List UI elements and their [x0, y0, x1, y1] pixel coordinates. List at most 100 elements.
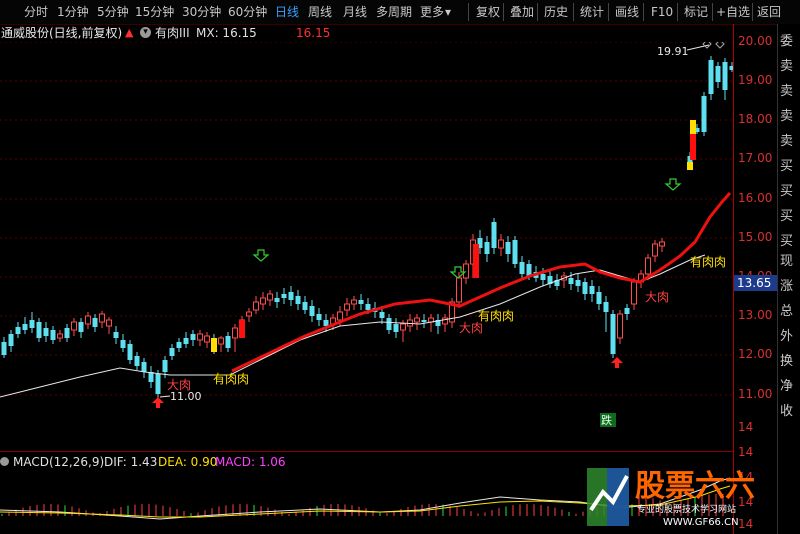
candle-body: [260, 297, 266, 305]
candle-body: [575, 280, 581, 286]
toolbar-divider: [573, 3, 574, 21]
toolbar-divider: [712, 3, 713, 21]
site-watermark-logo: 股票六六 专业的股票技术学习网站 WWW.GF66.CN: [587, 468, 755, 528]
sell-arrow-icon: [252, 178, 682, 279]
chevron-down-icon[interactable]: ▾: [140, 27, 151, 38]
candle-body: [512, 240, 518, 264]
da-rou-label-2: 大肉: [459, 321, 483, 335]
candle-body: [15, 327, 21, 334]
candle-body: [323, 320, 329, 326]
candle-body: [386, 318, 392, 330]
indicator-name[interactable]: 有肉III: [155, 24, 190, 42]
da-rou-label-1: 大肉: [167, 378, 191, 392]
candle-body: [316, 314, 322, 320]
low-pointer: [159, 395, 171, 398]
stock-title: 通威股份(日线,前复权): [1, 26, 123, 40]
candle-body: [50, 330, 56, 340]
candle-body: [29, 320, 35, 328]
add-watchlist-button[interactable]: +自选: [716, 4, 750, 21]
candle-body: [36, 322, 42, 338]
candle-body: [120, 340, 126, 348]
candle-body: [659, 241, 665, 247]
candle-body: [8, 334, 14, 346]
candle-body: [491, 222, 497, 248]
fuquan-button[interactable]: 复权: [476, 4, 500, 21]
draw-line-button[interactable]: 画线: [615, 4, 639, 21]
toolbar-divider: [643, 3, 644, 21]
candle-body: [526, 264, 532, 276]
ma-line: [0, 254, 706, 398]
candle-body: [57, 333, 63, 339]
chevron-down-icon[interactable]: ▾: [445, 4, 451, 21]
candle-body: [71, 321, 77, 331]
candle-body: [64, 328, 70, 338]
tab-weekly[interactable]: 周线: [308, 4, 332, 21]
side-label: 卖: [780, 59, 794, 74]
back-button[interactable]: 返回: [757, 4, 781, 21]
tab-multi-period[interactable]: 多周期: [376, 4, 412, 21]
candle-body: [253, 301, 259, 311]
candle-body: [134, 356, 140, 366]
price-tick: 13.00: [738, 308, 773, 322]
candle-body: [281, 294, 287, 298]
side-label: 委: [780, 34, 794, 49]
candle-body: [246, 311, 252, 317]
candle-body: [715, 66, 721, 82]
toolbar-divider: [752, 3, 753, 21]
mark-button[interactable]: 标记: [684, 4, 708, 21]
watermark-subtitle: 专业的股票技术学习网站: [637, 503, 736, 515]
side-label: 现: [780, 254, 794, 269]
side-label: 买: [780, 234, 794, 249]
f10-button[interactable]: F10: [651, 4, 673, 21]
candle-body: [505, 242, 511, 254]
mx-value: MX: 16.15: [196, 26, 257, 40]
tab-more[interactable]: 更多: [420, 4, 444, 21]
candle-body: [498, 239, 504, 249]
price-tick: 15.00: [738, 230, 773, 244]
period-toolbar: 分时 1分钟 5分钟 15分钟 30分钟 60分钟 日线 周线 月线 多周期 更…: [0, 0, 800, 25]
tab-30min[interactable]: 30分钟: [182, 4, 221, 21]
highlight-candle: [690, 120, 696, 134]
candle-body: [652, 243, 658, 257]
candle-body: [141, 362, 147, 372]
candle-body: [190, 334, 196, 340]
candle-body: [484, 242, 490, 254]
tab-fenshi[interactable]: 分时: [24, 4, 48, 21]
candle-body: [337, 311, 343, 321]
candlestick-series: [1, 56, 733, 402]
toolbar-divider: [677, 3, 678, 21]
candle-body: [631, 281, 637, 305]
tab-daily[interactable]: 日线: [275, 4, 299, 21]
watermark-url: WWW.GF66.CN: [663, 517, 739, 528]
tab-60min[interactable]: 60分钟: [228, 4, 267, 21]
candle-body: [295, 296, 301, 304]
stats-button[interactable]: 统计: [580, 4, 604, 21]
candle-body: [421, 320, 427, 322]
price-axis: 20.00 19.00 18.00 17.00 16.00 15.00 14.0…: [733, 24, 778, 534]
candle-body: [288, 292, 294, 300]
side-label: 卖: [780, 109, 794, 124]
candle-body: [582, 282, 588, 294]
candle-body: [106, 319, 112, 327]
you-rou-rou-label-2: 有肉肉: [478, 309, 514, 323]
chevron-down-icon[interactable]: [0, 457, 9, 466]
candle-body: [204, 335, 210, 343]
history-button[interactable]: 历史: [544, 4, 568, 21]
side-label: 买: [780, 209, 794, 224]
die-label: 跌: [601, 413, 612, 427]
candle-body: [113, 332, 119, 338]
tab-monthly[interactable]: 月线: [343, 4, 367, 21]
price-tick: 17.00: [738, 151, 773, 165]
candle-body: [302, 302, 308, 310]
kline-chart[interactable]: 19.91 11.00 大肉 大肉 大肉 有肉肉 有肉肉 有肉肉 跌: [0, 42, 733, 428]
tab-1min[interactable]: 1分钟: [57, 4, 89, 21]
candle-body: [267, 293, 273, 301]
tab-5min[interactable]: 5分钟: [97, 4, 129, 21]
highlight-candle: [239, 320, 245, 338]
macd-title[interactable]: MACD(12,26,9): [13, 453, 104, 471]
candle-body: [701, 96, 707, 132]
candle-body: [43, 328, 49, 336]
overlay-button[interactable]: 叠加: [510, 4, 534, 21]
tab-15min[interactable]: 15分钟: [135, 4, 174, 21]
watermark-title: 股票六六: [635, 469, 755, 504]
